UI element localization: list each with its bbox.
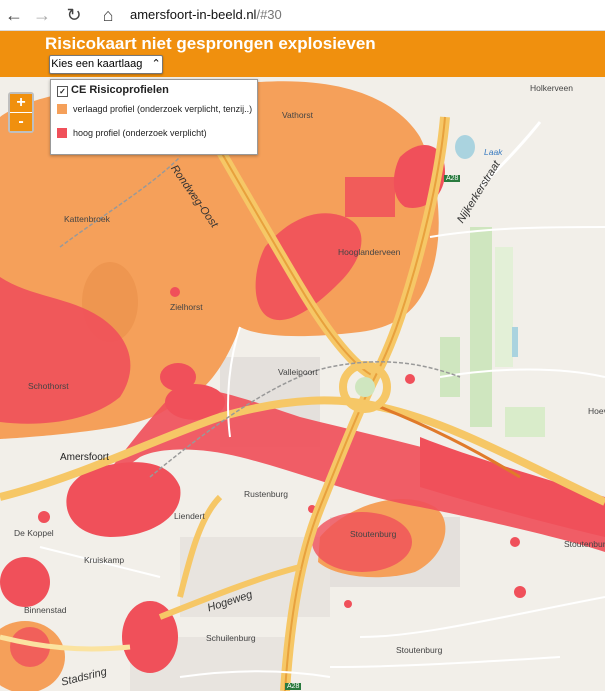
reload-icon[interactable]: ↻ [62,3,86,27]
label-a28-south: A28 [285,683,302,690]
layer-select-label: Kies een kaartlaag [51,58,143,70]
label-stoutenburg: Stoutenburg [350,529,397,539]
label-a28-north: A28 [444,175,461,182]
label-binnenstad: Binnenstad [24,605,67,615]
label-rustenburg: Rustenburg [244,489,288,499]
label-stoutenburg-east: Stoutenburg [564,539,605,549]
label-de-koppel: De Koppel [14,528,54,538]
label-hoev: Hoev [588,406,605,416]
label-holkerveen: Holkerveen [530,83,573,93]
map-canvas[interactable]: Vathorst Kattenbroek Zielhorst Schothors… [0,77,605,691]
legend-swatch-hoog [57,128,67,138]
label-zielhorst: Zielhorst [170,302,203,312]
label-schothorst: Schothorst [28,381,69,391]
label-vathorst: Vathorst [282,110,314,120]
legend-label-verlaagd: verlaagd profiel (onderzoek verplicht, t… [73,104,253,114]
legend-swatch-verlaagd [57,104,67,114]
label-stoutenburg-south: Stoutenburg [396,645,443,655]
url-path: /#30 [256,7,282,22]
label-laak: Laak [484,147,503,157]
legend-item-verlaagd: verlaagd profiel (onderzoek verplicht, t… [57,104,252,114]
label-liendert: Liendert [174,511,205,521]
home-icon[interactable]: ⌂ [96,3,120,27]
layer-select-button[interactable]: Kies een kaartlaag ⌃ [49,55,163,74]
chevron-up-icon: ⌃ [151,58,161,70]
page-header: Risicokaart niet gesprongen explosieven … [0,31,605,77]
label-hooglanderveen: Hooglanderveen [338,247,401,257]
label-kruiskamp: Kruiskamp [84,555,125,565]
label-amersfoort: Amersfoort [60,452,109,463]
label-valleipoort: Valleipoort [278,367,318,377]
label-kattenbroek: Kattenbroek [64,214,110,224]
legend-checkbox[interactable]: ✓ [57,86,68,97]
address-bar[interactable]: amersfoort-in-beeld.nl/#30 [130,4,600,26]
label-schuilenburg: Schuilenburg [206,633,256,643]
legend-label-hoog: hoog profiel (onderzoek verplicht) [73,128,207,138]
map-graphics [0,77,605,691]
legend-panel: ✓ CE Risicoprofielen verlaagd profiel (on… [50,79,258,155]
zoom-out-button[interactable]: - [10,113,32,131]
zoom-control: + - [8,92,34,133]
browser-toolbar: ← → ↻ ⌂ amersfoort-in-beeld.nl/#30 [0,0,605,31]
forward-icon[interactable]: → [30,3,54,27]
url-host: amersfoort-in-beeld.nl [130,7,257,22]
legend-item-hoog: hoog profiel (onderzoek verplicht) [57,128,207,138]
back-icon[interactable]: ← [2,3,26,27]
page-title: Risicokaart niet gesprongen explosieven [45,34,376,53]
legend-header[interactable]: ✓ CE Risicoprofielen [57,84,169,97]
legend-title: CE Risicoprofielen [71,84,169,96]
zoom-in-button[interactable]: + [10,94,32,113]
